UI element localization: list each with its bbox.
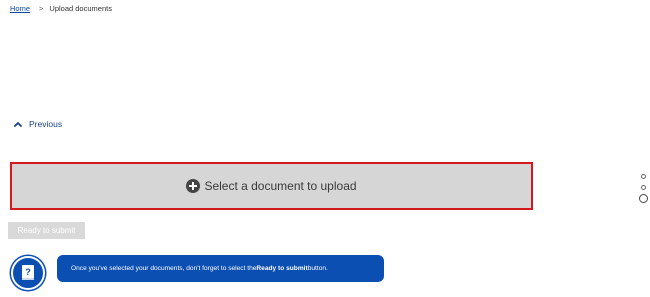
breadcrumb: Home > Upload documents — [10, 4, 112, 13]
ready-to-submit-button[interactable]: Ready to submit — [8, 222, 85, 239]
breadcrumb-home-link[interactable]: Home — [10, 4, 30, 13]
tip-avatar: ? — [11, 256, 45, 290]
tip-text-after: button. — [307, 265, 328, 272]
upload-label: Select a document to upload — [204, 179, 357, 193]
previous-button[interactable]: Previous — [13, 119, 62, 129]
chevron-up-icon — [14, 122, 22, 127]
tip-message: Once you've selected your documents, don… — [57, 255, 384, 282]
tip-text-before: Once you've selected your documents, don… — [71, 265, 257, 272]
pager-dot[interactable] — [641, 174, 646, 179]
upload-document-button[interactable]: Select a document to upload — [10, 162, 533, 210]
breadcrumb-current: Upload documents — [49, 4, 112, 13]
pager-dot-active[interactable] — [639, 194, 648, 203]
question-book-icon: ? — [22, 265, 34, 280]
breadcrumb-separator: > — [39, 4, 44, 13]
previous-label: Previous — [29, 119, 63, 129]
upload-documents-page: Home > Upload documents Previous Select … — [0, 0, 650, 297]
plus-circle-icon — [186, 179, 201, 193]
pager-dot[interactable] — [641, 185, 646, 190]
svg-text:?: ? — [25, 267, 31, 277]
tip-text-bold: Ready to submit — [256, 265, 308, 272]
